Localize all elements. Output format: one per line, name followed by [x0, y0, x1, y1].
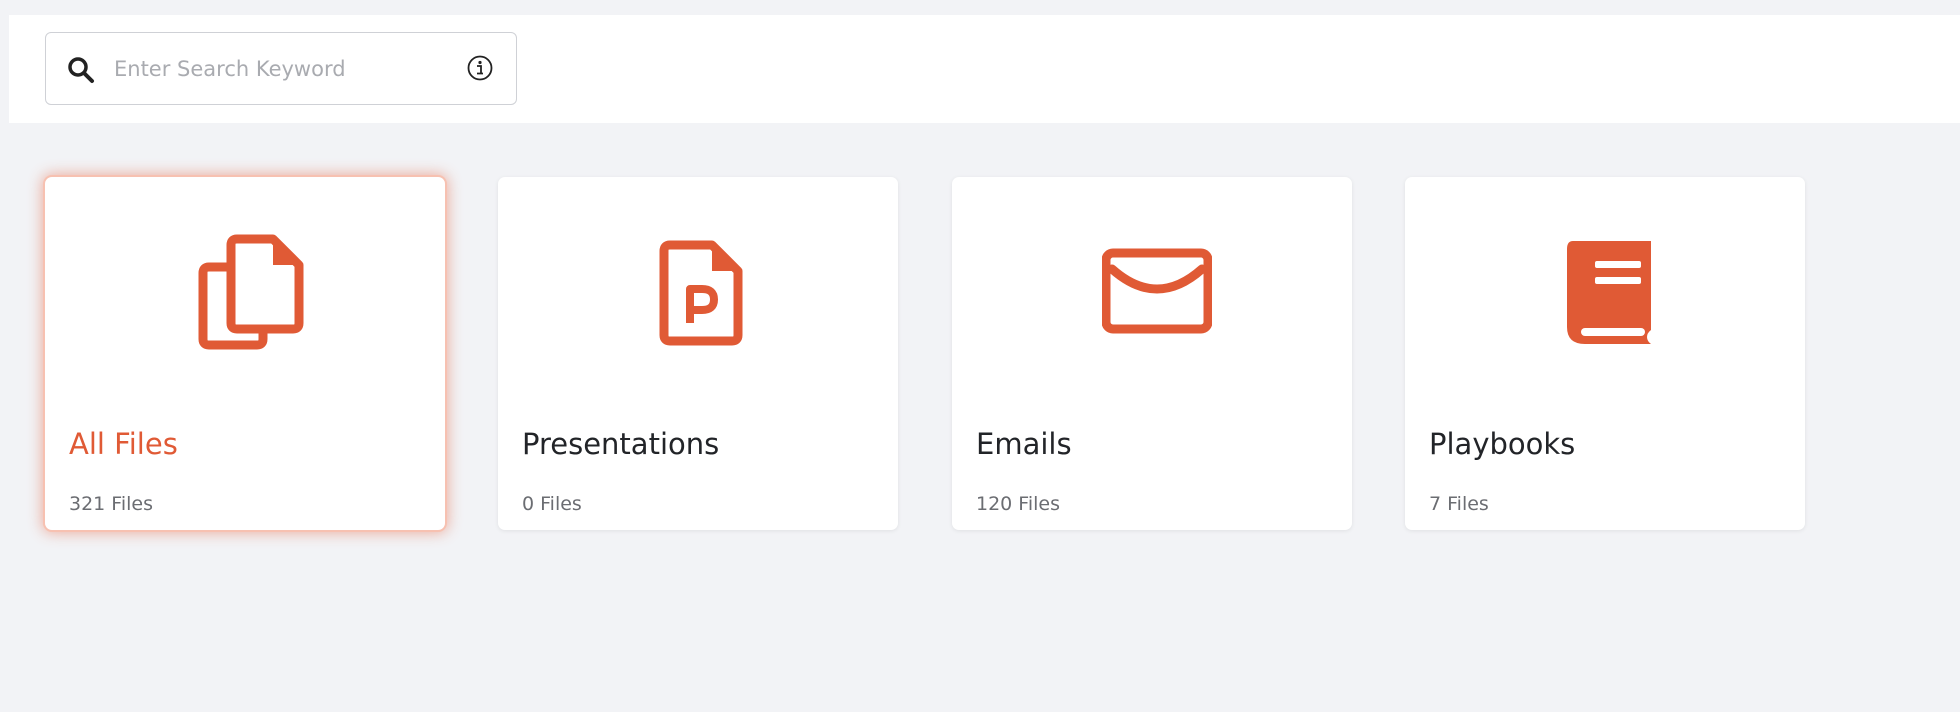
top-bar: [9, 15, 1960, 123]
card-title: All Files: [69, 427, 178, 461]
card-count: 120 Files: [976, 493, 1060, 515]
info-icon[interactable]: [466, 54, 494, 82]
card-count: 321 Files: [69, 493, 153, 515]
card-title: Emails: [976, 427, 1072, 461]
search-box[interactable]: [45, 32, 517, 105]
envelope-icon: [1102, 248, 1212, 334]
presentation-file-icon: [659, 240, 743, 346]
search-input[interactable]: [114, 45, 454, 93]
card-title: Presentations: [522, 427, 720, 461]
search-icon: [68, 57, 94, 83]
book-icon: [1567, 241, 1651, 344]
card-count: 0 Files: [522, 493, 582, 515]
card-count: 7 Files: [1429, 493, 1489, 515]
card-playbooks[interactable]: Playbooks 7 Files: [1405, 177, 1805, 530]
card-all-files[interactable]: All Files 321 Files: [45, 177, 445, 530]
files-copy-icon: [198, 234, 304, 350]
card-presentations[interactable]: Presentations 0 Files: [498, 177, 898, 530]
card-title: Playbooks: [1429, 427, 1576, 461]
card-emails[interactable]: Emails 120 Files: [952, 177, 1352, 530]
